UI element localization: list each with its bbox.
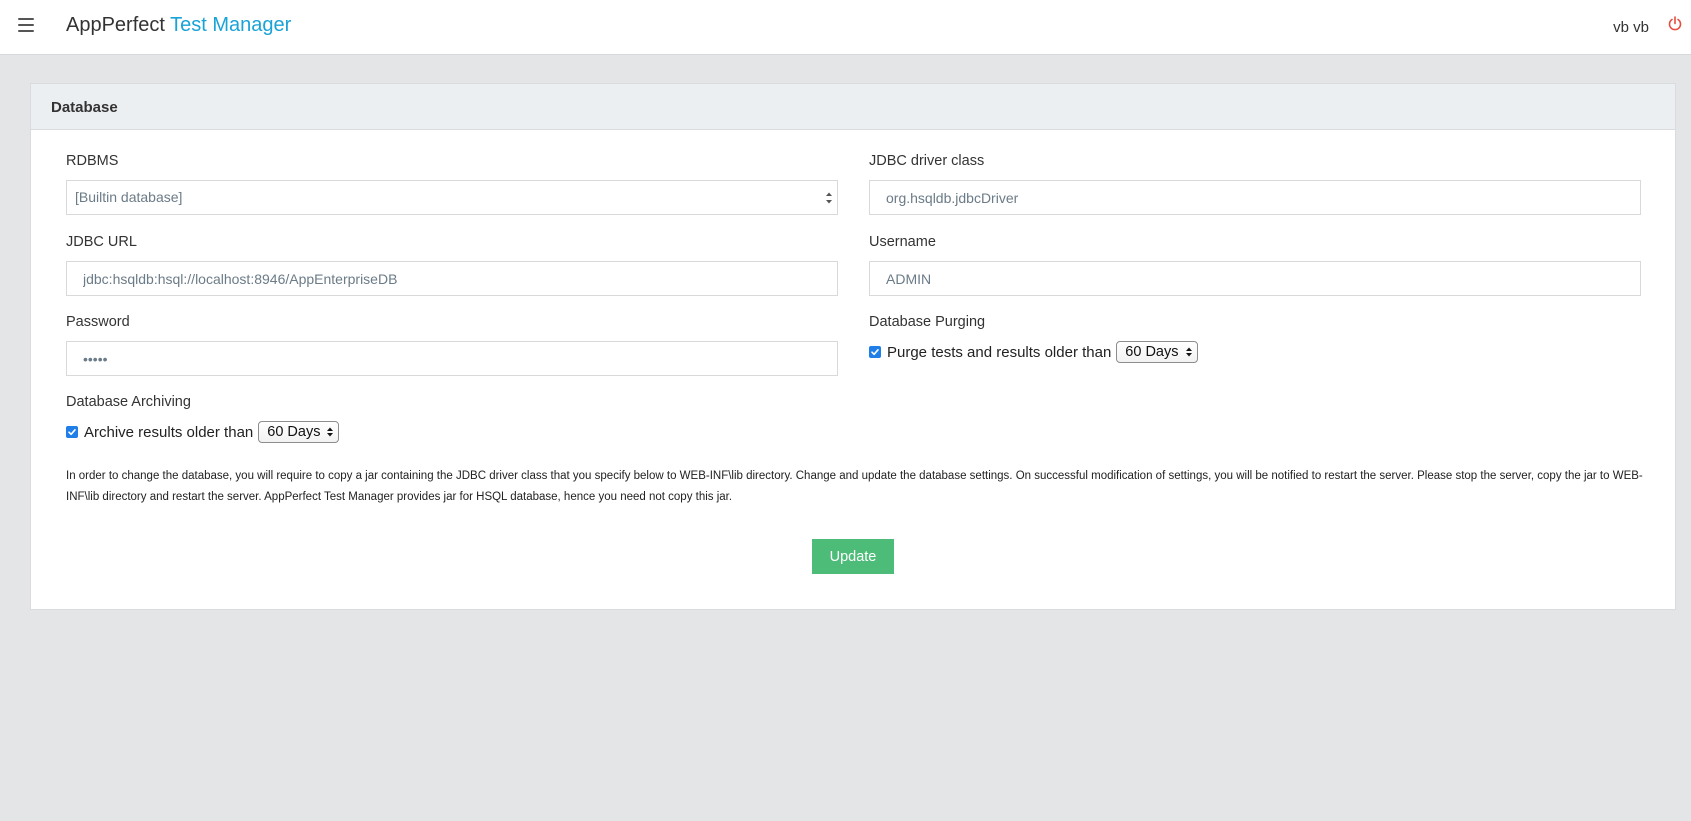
jdbc-url-label: JDBC URL (66, 234, 137, 250)
jdbc-driver-input[interactable] (869, 180, 1641, 215)
app-brand[interactable]: AppPerfect Test Manager (66, 14, 291, 37)
purging-field: Database Purging Purge tests and results… (869, 314, 1198, 363)
rdbms-select[interactable]: [Builtin database] (66, 180, 838, 215)
checkmark-icon (871, 349, 879, 356)
jdbc-url-input[interactable] (66, 261, 838, 296)
jdbc-driver-label: JDBC driver class (869, 153, 985, 169)
archive-days-value: 60 Days (267, 424, 321, 440)
purge-days-select[interactable]: 60 Days (1116, 341, 1198, 363)
purge-days-value: 60 Days (1125, 344, 1179, 360)
up-down-arrows-icon (1185, 347, 1192, 357)
top-bar: AppPerfect Test Manager vb vb (0, 0, 1691, 55)
brand-accent: Test Manager (170, 14, 292, 36)
brand-primary: AppPerfect (66, 14, 165, 36)
archiving-field: Database Archiving Archive results older… (66, 394, 340, 443)
archive-checkbox-label[interactable]: Archive results older than (84, 424, 253, 441)
checkmark-icon (68, 429, 76, 436)
user-name[interactable]: vb vb (1613, 19, 1649, 36)
password-label: Password (66, 314, 130, 330)
purge-checkbox-label[interactable]: Purge tests and results older than (887, 344, 1111, 361)
password-field: Password (66, 314, 838, 376)
username-input[interactable] (869, 261, 1641, 296)
up-down-arrows-icon (826, 192, 832, 204)
jdbc-driver-field: JDBC driver class (869, 153, 1641, 215)
archive-checkbox[interactable] (66, 426, 78, 438)
rdbms-selected-value: [Builtin database] (75, 189, 183, 205)
hamburger-menu-icon[interactable] (18, 18, 34, 32)
up-down-arrows-icon (327, 427, 334, 437)
jdbc-url-field: JDBC URL (66, 234, 838, 296)
purge-checkbox[interactable] (869, 346, 881, 358)
update-button[interactable]: Update (812, 539, 894, 574)
rdbms-label: RDBMS (66, 153, 119, 169)
power-icon[interactable] (1667, 16, 1683, 32)
rdbms-field: RDBMS [Builtin database] (66, 153, 838, 215)
username-label: Username (869, 234, 936, 250)
archiving-label: Database Archiving (66, 394, 191, 410)
purging-label: Database Purging (869, 314, 986, 330)
archiving-row: Archive results older than 60 Days (66, 421, 340, 443)
purging-row: Purge tests and results older than 60 Da… (869, 341, 1198, 363)
archive-days-select[interactable]: 60 Days (258, 421, 340, 443)
username-field: Username (869, 234, 1641, 296)
database-panel: Database RDBMS [Builtin database] JDBC d… (30, 83, 1676, 610)
panel-title: Database (31, 84, 1675, 130)
password-input[interactable] (66, 341, 838, 376)
info-text: In order to change the database, you wil… (66, 470, 1643, 503)
